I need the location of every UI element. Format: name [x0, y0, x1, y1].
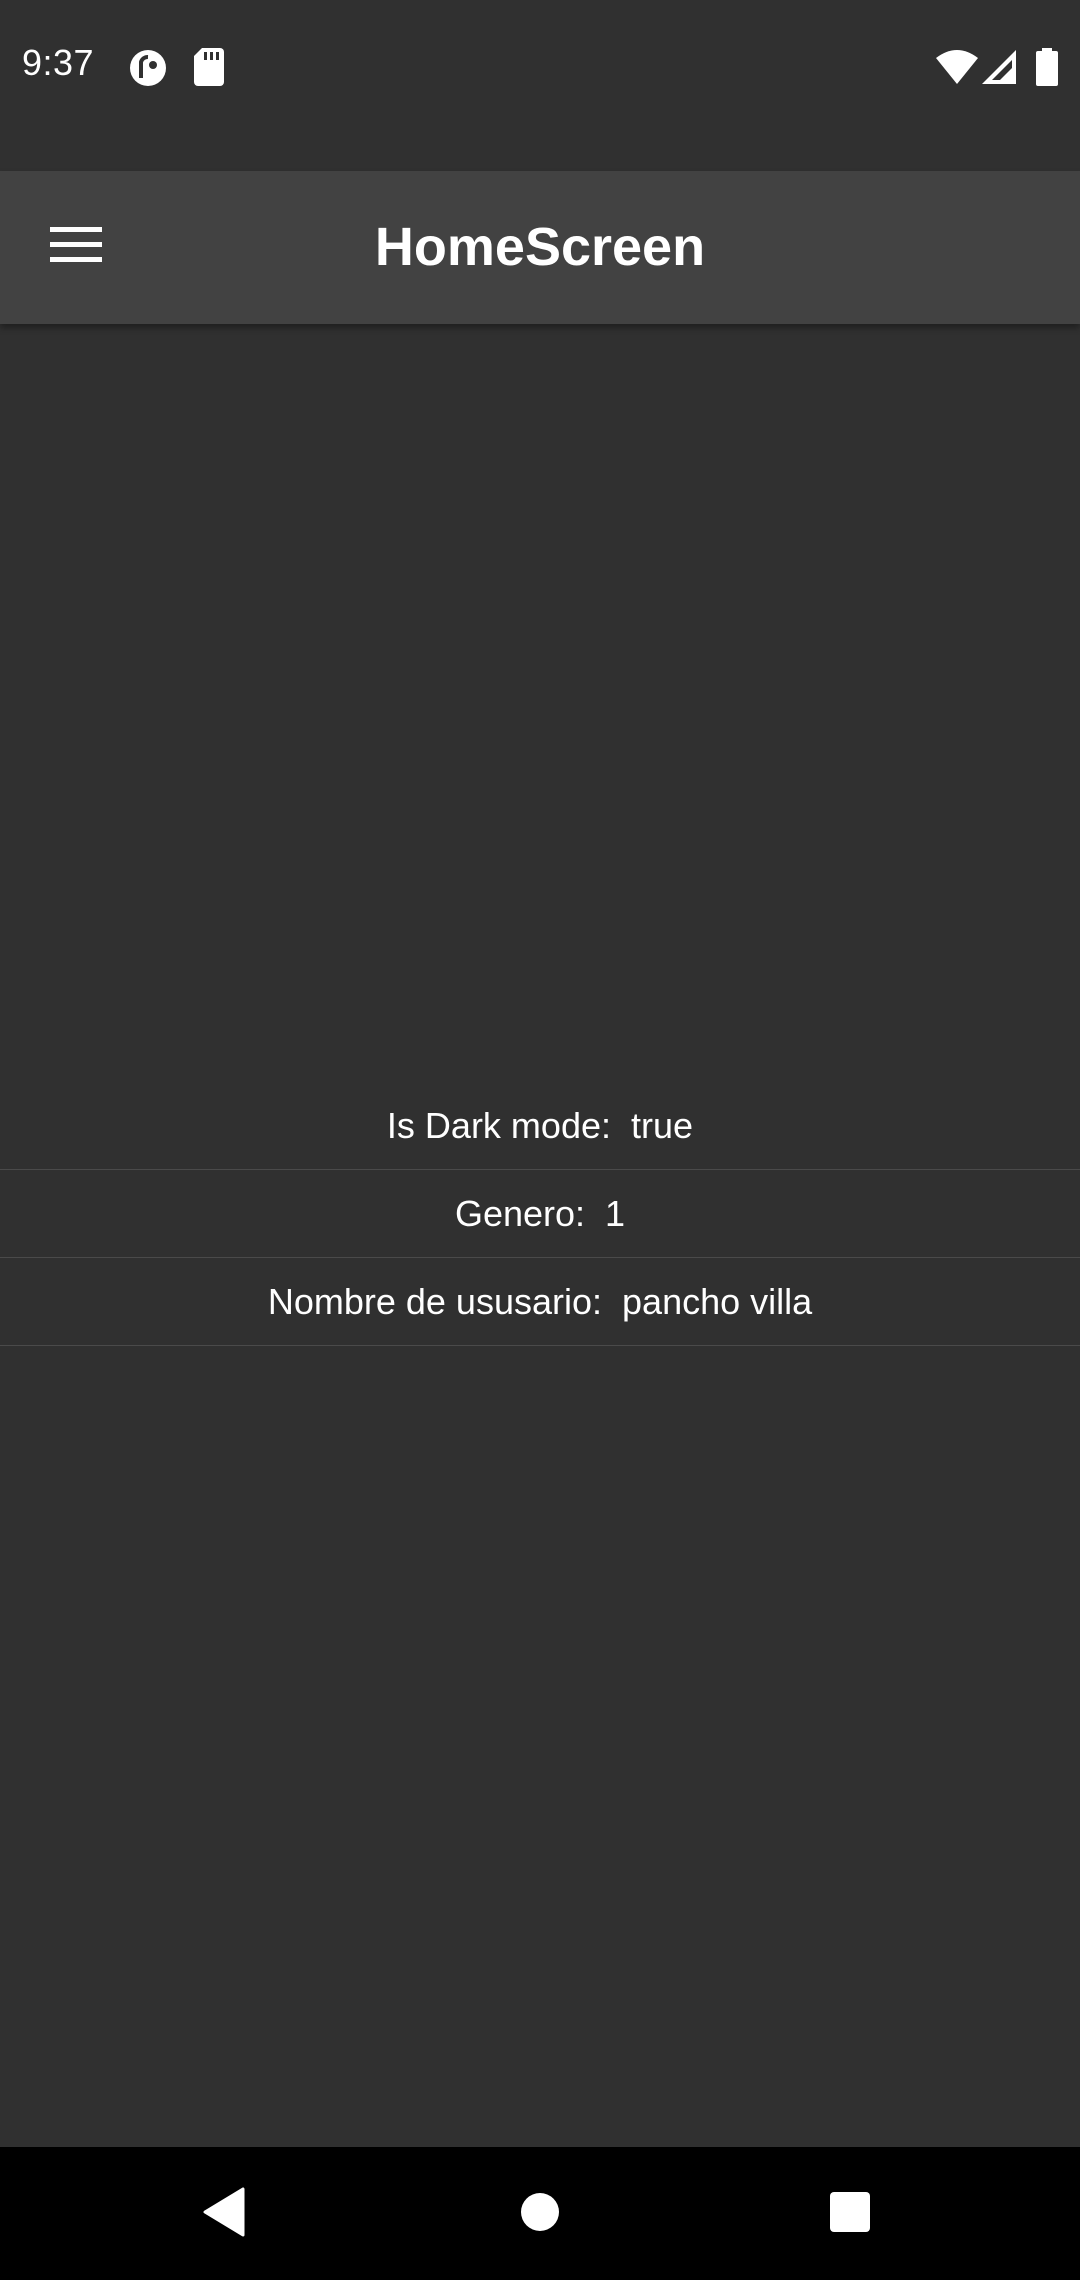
system-nav-bar	[0, 2147, 1080, 2280]
recents-button[interactable]	[813, 2177, 887, 2251]
cellular-signal-icon	[982, 50, 1016, 89]
genero-value: 1	[605, 1193, 626, 1234]
status-time: 9:37	[22, 42, 95, 83]
wifi-icon	[936, 50, 978, 89]
recents-icon	[829, 2191, 871, 2238]
back-icon	[203, 2187, 247, 2242]
back-button[interactable]	[188, 2177, 262, 2251]
battery-icon	[1036, 48, 1058, 91]
username-row: Nombre de ususario: pancho villa	[0, 1258, 1080, 1346]
username-value: pancho villa	[622, 1281, 813, 1322]
page-title: HomeScreen	[374, 217, 706, 277]
menu-button[interactable]	[36, 207, 116, 287]
settings-info-list: Is Dark mode: true Genero: 1 Nombre de u…	[0, 1082, 1080, 1346]
app-bar: HomeScreen	[0, 171, 1080, 324]
home-button[interactable]	[503, 2177, 577, 2251]
dark-mode-value: true	[631, 1105, 694, 1146]
pocketcasts-icon	[128, 48, 168, 93]
status-bar: 9:37	[0, 0, 1080, 171]
sd-card-icon	[194, 48, 224, 91]
home-icon	[520, 2192, 560, 2237]
dark-mode-label: Is Dark mode:	[386, 1105, 611, 1146]
genero-row: Genero: 1	[0, 1170, 1080, 1258]
hamburger-menu-icon	[50, 226, 102, 268]
username-label: Nombre de ususario:	[267, 1281, 603, 1322]
genero-label: Genero:	[454, 1193, 586, 1234]
dark-mode-row: Is Dark mode: true	[0, 1082, 1080, 1170]
